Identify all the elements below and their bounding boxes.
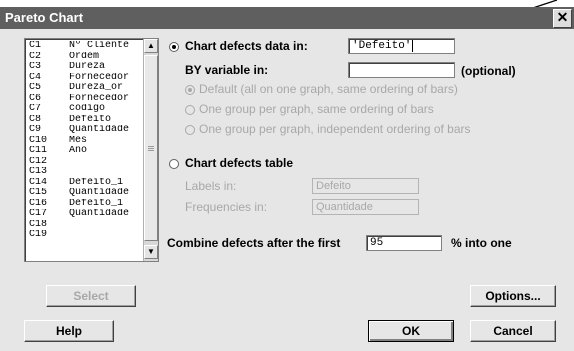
- variable-name: Ano: [69, 146, 88, 156]
- variable-name: Defeito_1: [69, 198, 124, 209]
- variable-name: Quantidade: [69, 209, 130, 219]
- combine-label: Combine defects after the first: [167, 236, 341, 250]
- variable-name: Ordem: [69, 51, 100, 62]
- variable-column-id: C16: [29, 198, 48, 209]
- down-arrow-icon[interactable]: ▼: [144, 245, 158, 259]
- same-ordering-label: One group per graph, same ordering of ba…: [199, 102, 434, 116]
- variable-column-id: C12: [29, 156, 48, 167]
- variable-name: Fornecedor: [69, 93, 130, 104]
- variable-column-id: C4: [29, 72, 42, 83]
- variable-list-item[interactable]: C5 Dureza_or: [25, 83, 143, 94]
- ok-button[interactable]: OK: [368, 320, 454, 342]
- combine-suffix-label: % into one: [451, 236, 512, 250]
- variable-list-item[interactable]: C6 Fornecedor: [25, 94, 143, 105]
- variables-list: C1 Nº Cliente C2 Ordem C3 Dureza C4 Fornecedor C…: [25, 41, 143, 241]
- variable-column-id: C1: [29, 41, 42, 51]
- variable-column-id: C5: [29, 83, 42, 93]
- variable-name: Defeito_1: [69, 177, 124, 188]
- variable-list-item[interactable]: C18: [25, 220, 143, 231]
- by-variable-label: BY variable in:: [185, 63, 269, 77]
- chart-defects-data-radio[interactable]: [169, 42, 179, 52]
- variable-column-id: C6: [29, 93, 42, 104]
- variable-column-id: C3: [29, 62, 42, 72]
- variable-column-id: C9: [29, 125, 42, 135]
- variable-column-id: C13: [29, 167, 48, 177]
- variable-name: codigo: [69, 104, 106, 114]
- variable-list-item[interactable]: C4 Fornecedor: [25, 73, 143, 84]
- variable-list-item[interactable]: C19: [25, 230, 143, 241]
- variable-list-item[interactable]: C14 Defeito_1: [25, 178, 143, 189]
- variable-list-item[interactable]: C12: [25, 157, 143, 168]
- chart-defects-table-label: Chart defects table: [185, 156, 294, 170]
- up-arrow-icon[interactable]: ▲: [144, 39, 158, 53]
- optional-label: (optional): [461, 64, 516, 78]
- chart-defects-data-input[interactable]: 'Defeito': [348, 38, 455, 54]
- variable-column-id: C10: [29, 135, 48, 146]
- by-variable-input[interactable]: [348, 62, 455, 78]
- default-grouping-radio[interactable]: [185, 85, 195, 95]
- variable-column-id: C14: [29, 177, 48, 188]
- select-button[interactable]: Select: [46, 285, 136, 307]
- variable-name: Quantidade: [69, 125, 130, 135]
- pareto-chart-dialog: Pareto Chart ✕ C1 Nº Cliente C2 Ordem C3 Dure…: [0, 7, 574, 351]
- variable-column-id: C7: [29, 104, 42, 114]
- chart-defects-data-label: Chart defects data in:: [185, 39, 308, 53]
- variable-name: Defeito: [69, 114, 112, 125]
- title-bar: Pareto Chart ✕: [0, 7, 574, 29]
- variable-list-item[interactable]: C8 Defeito: [25, 115, 143, 126]
- help-button[interactable]: Help: [24, 320, 114, 342]
- labels-in-label: Labels in:: [185, 179, 237, 193]
- variable-list-item[interactable]: C15 Quantidade: [25, 188, 143, 199]
- variable-list-item[interactable]: C17 Quantidade: [25, 209, 143, 220]
- variable-column-id: C19: [29, 230, 48, 240]
- independent-ordering-radio[interactable]: [185, 125, 195, 135]
- variable-column-id: C18: [29, 219, 48, 230]
- variable-list-item[interactable]: C2 Ordem: [25, 52, 143, 63]
- combine-percent-input[interactable]: 95: [366, 235, 442, 251]
- scrollbar-thumb[interactable]: [144, 55, 158, 241]
- variable-name: Dureza: [69, 62, 106, 72]
- default-grouping-label: Default (all on one graph, same ordering…: [199, 82, 458, 96]
- variable-list-item[interactable]: C16 Defeito_1: [25, 199, 143, 210]
- same-ordering-radio[interactable]: [185, 105, 195, 115]
- options-button[interactable]: Options...: [470, 285, 556, 307]
- window-title: Pareto Chart: [5, 10, 84, 25]
- variable-list-item[interactable]: C3 Dureza: [25, 62, 143, 73]
- variable-list-item[interactable]: C13: [25, 167, 143, 178]
- variable-list-item[interactable]: C10 Mês: [25, 136, 143, 147]
- variable-list-item[interactable]: C11 Ano: [25, 146, 143, 157]
- variable-column-id: C2: [29, 51, 42, 62]
- variable-list-item[interactable]: C1 Nº Cliente: [25, 41, 143, 52]
- independent-ordering-label: One group per graph, independent orderin…: [199, 122, 471, 136]
- frequencies-in-label: Frequencies in:: [185, 200, 268, 214]
- labels-in-input[interactable]: Defeito: [312, 178, 419, 194]
- listbox-scrollbar[interactable]: ▲ ▼: [143, 39, 158, 261]
- variable-list-item[interactable]: C7 codigo: [25, 104, 143, 115]
- frequencies-in-input[interactable]: Quantidade: [312, 199, 419, 215]
- variable-list-item[interactable]: C9 Quantidade: [25, 125, 143, 136]
- chart-defects-table-radio[interactable]: [169, 159, 179, 169]
- variable-name: Quantidade: [69, 188, 130, 198]
- variable-name: Dureza_or: [69, 83, 124, 93]
- cancel-button[interactable]: Cancel: [470, 320, 556, 342]
- variable-column-id: C11: [29, 146, 48, 156]
- variable-name: Nº Cliente: [69, 41, 130, 51]
- variable-column-id: C15: [29, 188, 48, 198]
- variable-name: Fornecedor: [69, 72, 130, 83]
- close-icon[interactable]: ✕: [553, 9, 572, 28]
- variable-column-id: C8: [29, 114, 42, 125]
- variable-column-id: C17: [29, 209, 48, 219]
- variable-name: Mês: [69, 135, 88, 146]
- variables-listbox[interactable]: C1 Nº Cliente C2 Ordem C3 Dureza C4 Fornecedor C…: [24, 38, 159, 262]
